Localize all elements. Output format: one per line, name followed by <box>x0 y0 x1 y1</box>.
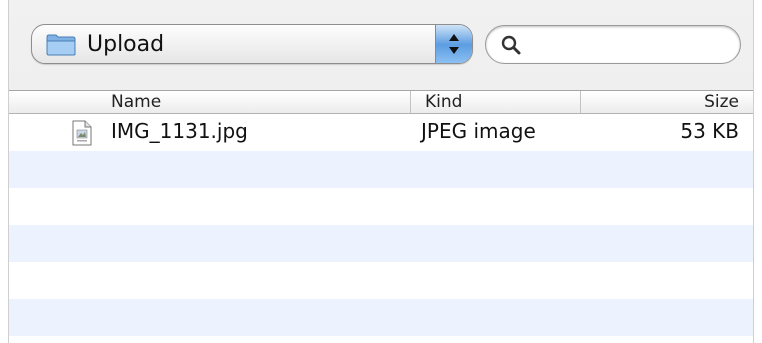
toolbar: Upload <box>9 0 753 90</box>
file-browser-window: Upload Name Kind Size IMG_1131.jpg JPEG … <box>8 0 754 343</box>
empty-row <box>9 188 753 225</box>
up-down-arrows-icon <box>449 34 459 54</box>
image-file-icon <box>72 120 92 146</box>
file-list: Name Kind Size IMG_1131.jpg JPEG image 5… <box>9 90 753 343</box>
empty-row <box>9 299 753 336</box>
empty-row <box>9 151 753 188</box>
file-row[interactable]: IMG_1131.jpg JPEG image 53 KB <box>9 114 753 151</box>
column-header-kind[interactable]: Kind <box>411 91 581 113</box>
list-rows: IMG_1131.jpg JPEG image 53 KB <box>9 114 753 336</box>
location-popup-label: Upload <box>87 32 165 57</box>
empty-row <box>9 225 753 262</box>
folder-icon <box>46 34 76 56</box>
empty-row <box>9 262 753 299</box>
popup-arrows[interactable] <box>435 25 472 63</box>
location-popup[interactable]: Upload <box>31 24 473 64</box>
file-kind: JPEG image <box>421 119 536 143</box>
column-header-name[interactable]: Name <box>9 91 411 113</box>
file-size: 53 KB <box>680 119 739 143</box>
search-input[interactable] <box>526 32 730 58</box>
file-name: IMG_1131.jpg <box>111 119 248 143</box>
list-header: Name Kind Size <box>9 91 753 114</box>
search-icon <box>501 35 521 55</box>
search-field[interactable] <box>485 25 741 64</box>
column-header-size[interactable]: Size <box>581 91 753 113</box>
